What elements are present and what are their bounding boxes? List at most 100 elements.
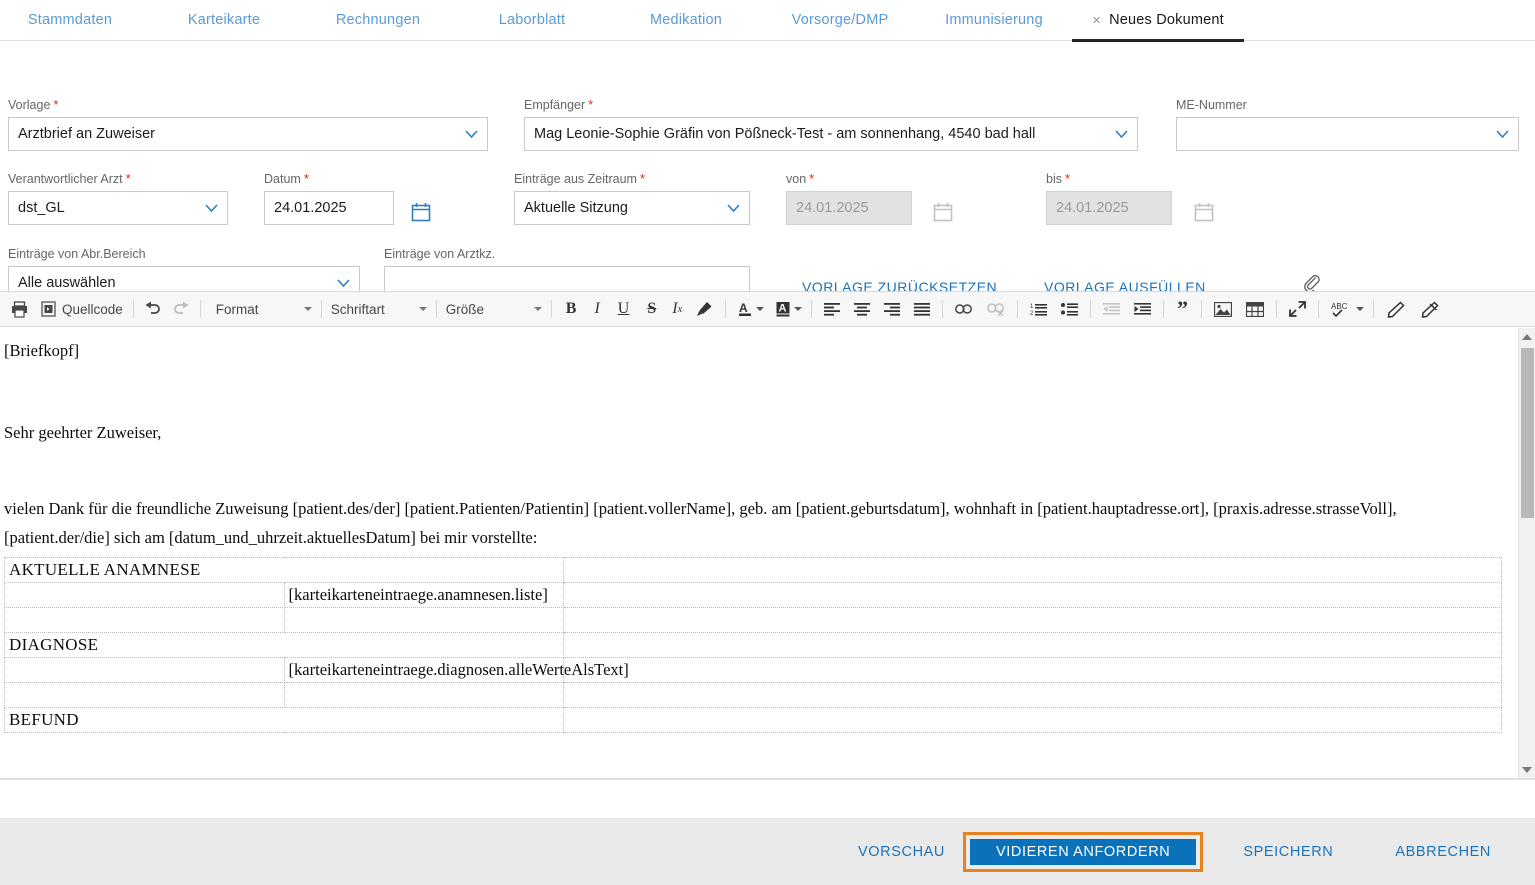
justify-icon[interactable] (907, 296, 937, 322)
required-marker: * (304, 171, 309, 186)
table-icon[interactable] (1239, 296, 1271, 322)
table-row: DIAGNOSE (5, 633, 1502, 658)
section-heading: AKTUELLE ANAMNESE (5, 558, 564, 583)
link-icon[interactable] (948, 296, 980, 322)
italic-icon[interactable]: I (585, 296, 608, 322)
editor-scrollbar[interactable] (1518, 328, 1535, 778)
table-cell (284, 683, 564, 708)
size-dropdown[interactable]: Größe (442, 296, 546, 322)
required-marker: * (1065, 171, 1070, 186)
toolbar-divider (551, 300, 552, 318)
chevron-down-icon[interactable] (727, 204, 740, 212)
tab-vorsorge-dmp[interactable]: Vorsorge/DMP (770, 0, 910, 41)
abbrechen-button[interactable]: ABBRECHEN (1377, 832, 1509, 872)
source-code-button[interactable]: Quellcode (33, 296, 128, 322)
vorlage-select[interactable]: Arztbrief an Zuweiser (8, 117, 488, 151)
required-marker: * (588, 97, 593, 112)
chevron-down-icon (419, 307, 427, 311)
verantwortlicher-arzt-select[interactable]: dst_GL (8, 191, 228, 225)
calendar-icon[interactable] (411, 202, 431, 222)
align-center-icon[interactable] (847, 296, 877, 322)
chevron-down-icon (794, 307, 802, 311)
speichern-button[interactable]: SPEICHERN (1225, 832, 1351, 872)
vidieren-anfordern-button[interactable]: VIDIEREN ANFORDERN (970, 839, 1196, 865)
field-verantwortlicher-arzt: Verantwortlicher Arzt* dst_GL (8, 172, 228, 225)
decrease-indent-icon[interactable] (1096, 296, 1127, 322)
toolbar-divider (1318, 300, 1319, 318)
tab-laborblatt[interactable]: Laborblatt (462, 0, 602, 41)
print-icon[interactable] (6, 296, 33, 322)
field-label: Vorlage* (8, 98, 488, 112)
tab-label: Rechnungen (336, 12, 420, 28)
toolbar-divider (942, 300, 943, 318)
bold-icon[interactable]: B (557, 296, 586, 322)
scrollbar-thumb[interactable] (1521, 348, 1534, 518)
editor-blank-space (4, 452, 1535, 498)
tab-neues-dokument[interactable]: × Neues Dokument (1072, 0, 1244, 41)
toolbar-divider (200, 300, 201, 318)
spellcheck-icon[interactable]: ABC (1324, 296, 1368, 322)
numbered-list-icon[interactable]: 1 2 (1023, 296, 1054, 322)
svg-text:ABC: ABC (1331, 302, 1348, 311)
chevron-down-icon[interactable] (337, 279, 350, 287)
table-row: BEFUND (5, 708, 1502, 733)
table-cell (284, 608, 564, 633)
table-cell (564, 608, 1502, 633)
datum-value: 24.01.2025 (274, 200, 347, 216)
table-cell (564, 708, 1502, 733)
me-nummer-select[interactable] (1176, 117, 1519, 151)
pen-icon[interactable] (1379, 296, 1413, 322)
signature-icon[interactable] (1413, 296, 1447, 322)
bis-input[interactable]: 24.01.2025 (1046, 191, 1172, 225)
chevron-down-icon[interactable] (1496, 130, 1509, 138)
increase-indent-icon[interactable] (1127, 296, 1158, 322)
text-color-icon[interactable]: A (731, 296, 768, 322)
toolbar-divider (1017, 300, 1018, 318)
toolbar-divider (811, 300, 812, 318)
datum-input[interactable]: 24.01.2025 (264, 191, 394, 225)
scroll-up-arrow-icon[interactable] (1519, 328, 1535, 345)
maximize-icon[interactable] (1282, 296, 1313, 322)
underline-icon[interactable]: U (609, 296, 639, 322)
font-dropdown[interactable]: Schriftart (327, 296, 431, 322)
undo-icon[interactable] (139, 296, 167, 322)
field-zeitraum: Einträge aus Zeitraum* Aktuelle Sitzung (514, 172, 750, 225)
table-row (5, 608, 1502, 633)
field-von: von* 24.01.2025 (786, 172, 912, 225)
zeitraum-select[interactable]: Aktuelle Sitzung (514, 191, 750, 225)
tab-rechnungen[interactable]: Rechnungen (308, 0, 448, 41)
format-dropdown[interactable]: Format (212, 296, 316, 322)
field-label: bis* (1046, 172, 1172, 186)
tab-medikation[interactable]: Medikation (616, 0, 756, 41)
align-right-icon[interactable] (877, 296, 907, 322)
tab-label: Karteikarte (188, 12, 260, 28)
chevron-down-icon[interactable] (1115, 130, 1128, 138)
von-input[interactable]: 24.01.2025 (786, 191, 912, 225)
document-editor-body[interactable]: [Briefkopf] Sehr geehrter Zuweiser, viel… (0, 328, 1535, 778)
chevron-down-icon[interactable] (205, 204, 218, 212)
unlink-icon[interactable] (980, 296, 1012, 322)
blockquote-icon[interactable]: ” (1169, 296, 1196, 322)
field-me-nummer: ME-Nummer (1176, 98, 1519, 151)
tab-stammdaten[interactable]: Stammdaten (0, 0, 140, 41)
chevron-down-icon[interactable] (465, 130, 478, 138)
tab-karteikarte[interactable]: Karteikarte (154, 0, 294, 41)
table-row (5, 683, 1502, 708)
background-color-icon[interactable]: A (768, 296, 806, 322)
editor-toolbar: Quellcode Format Schriftart Größe (0, 291, 1535, 327)
tab-immunisierung[interactable]: Immunisierung (924, 0, 1064, 41)
vorschau-button[interactable]: VORSCHAU (840, 832, 963, 872)
redo-icon[interactable] (167, 296, 195, 322)
copy-formatting-icon[interactable] (689, 296, 720, 322)
image-icon[interactable] (1207, 296, 1239, 322)
field-label: von* (786, 172, 912, 186)
scroll-down-arrow-icon[interactable] (1519, 761, 1535, 778)
empfaenger-select[interactable]: Mag Leonie-Sophie Gräfin von Pößneck-Tes… (524, 117, 1138, 151)
bulleted-list-icon[interactable] (1054, 296, 1085, 322)
align-left-icon[interactable] (817, 296, 847, 322)
svg-text:A: A (779, 302, 787, 314)
strikethrough-icon[interactable]: S (638, 296, 665, 322)
remove-format-icon[interactable]: Ix (665, 296, 689, 322)
new-document-page: Stammdaten Karteikarte Rechnungen Laborb… (0, 0, 1535, 885)
close-icon[interactable]: × (1092, 13, 1101, 28)
